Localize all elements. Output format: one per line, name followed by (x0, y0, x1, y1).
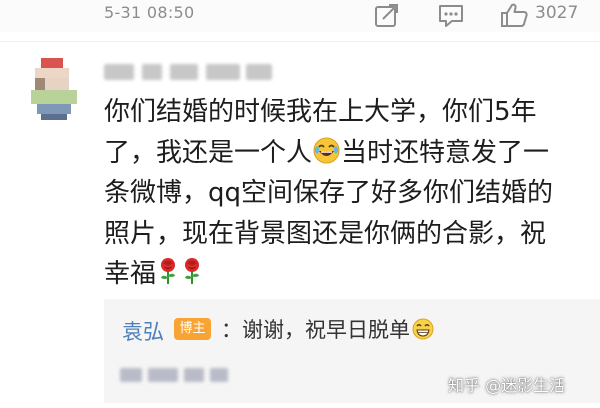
like-count: 3027 (535, 3, 579, 23)
divider (0, 41, 600, 42)
blogger-badge: 博主 (174, 318, 211, 340)
avatar[interactable] (31, 58, 77, 120)
commenter-name-blurred[interactable] (104, 60, 274, 84)
comment-text: 当时还特意发了一 (341, 137, 550, 168)
comment-line: 你们结婚的时候我在上大学，你们5年 (104, 97, 537, 127)
more-replies-blurred[interactable] (120, 366, 230, 384)
reply-author-link[interactable]: 袁弘 (122, 316, 164, 346)
rose-emoji (185, 258, 200, 284)
comment-button[interactable] (437, 2, 465, 27)
comment-line: 了，我还是一个人 当时还特意发了一 (104, 133, 574, 174)
rose-emoji (161, 258, 176, 284)
share-icon (375, 4, 398, 27)
share-button[interactable] (373, 2, 401, 27)
reply-text: ：谢谢，祝早日脱单 (221, 314, 435, 344)
reply-text-content: ：谢谢，祝早日脱单 (221, 318, 410, 342)
laugh-cry-emoji (313, 137, 340, 163)
comment-timestamp: 5-31 08:50 (104, 3, 195, 22)
comment-line: 幸福 (104, 254, 574, 295)
comment-body: 你们结婚的时候我在上大学，你们5年 了，我还是一个人 当时还特意发了一 条微博，… (104, 92, 574, 295)
comment-meta-bar: 5-31 08:50 3027 (0, 0, 600, 32)
watermark: 知乎 @迷影生活 (448, 376, 566, 395)
comment-icon (439, 5, 463, 27)
grin-emoji (412, 318, 434, 340)
like-button[interactable] (499, 2, 529, 27)
comment-text: 了，我还是一个人 (104, 137, 313, 168)
comment-line: 条微博，qq空间保存了好多你们结婚的 (104, 178, 554, 208)
thumbs-up-icon (501, 3, 528, 27)
comment-line: 照片，现在背景图还是你俩的合影，祝 (104, 218, 547, 249)
comment-text: 幸福 (104, 259, 157, 289)
